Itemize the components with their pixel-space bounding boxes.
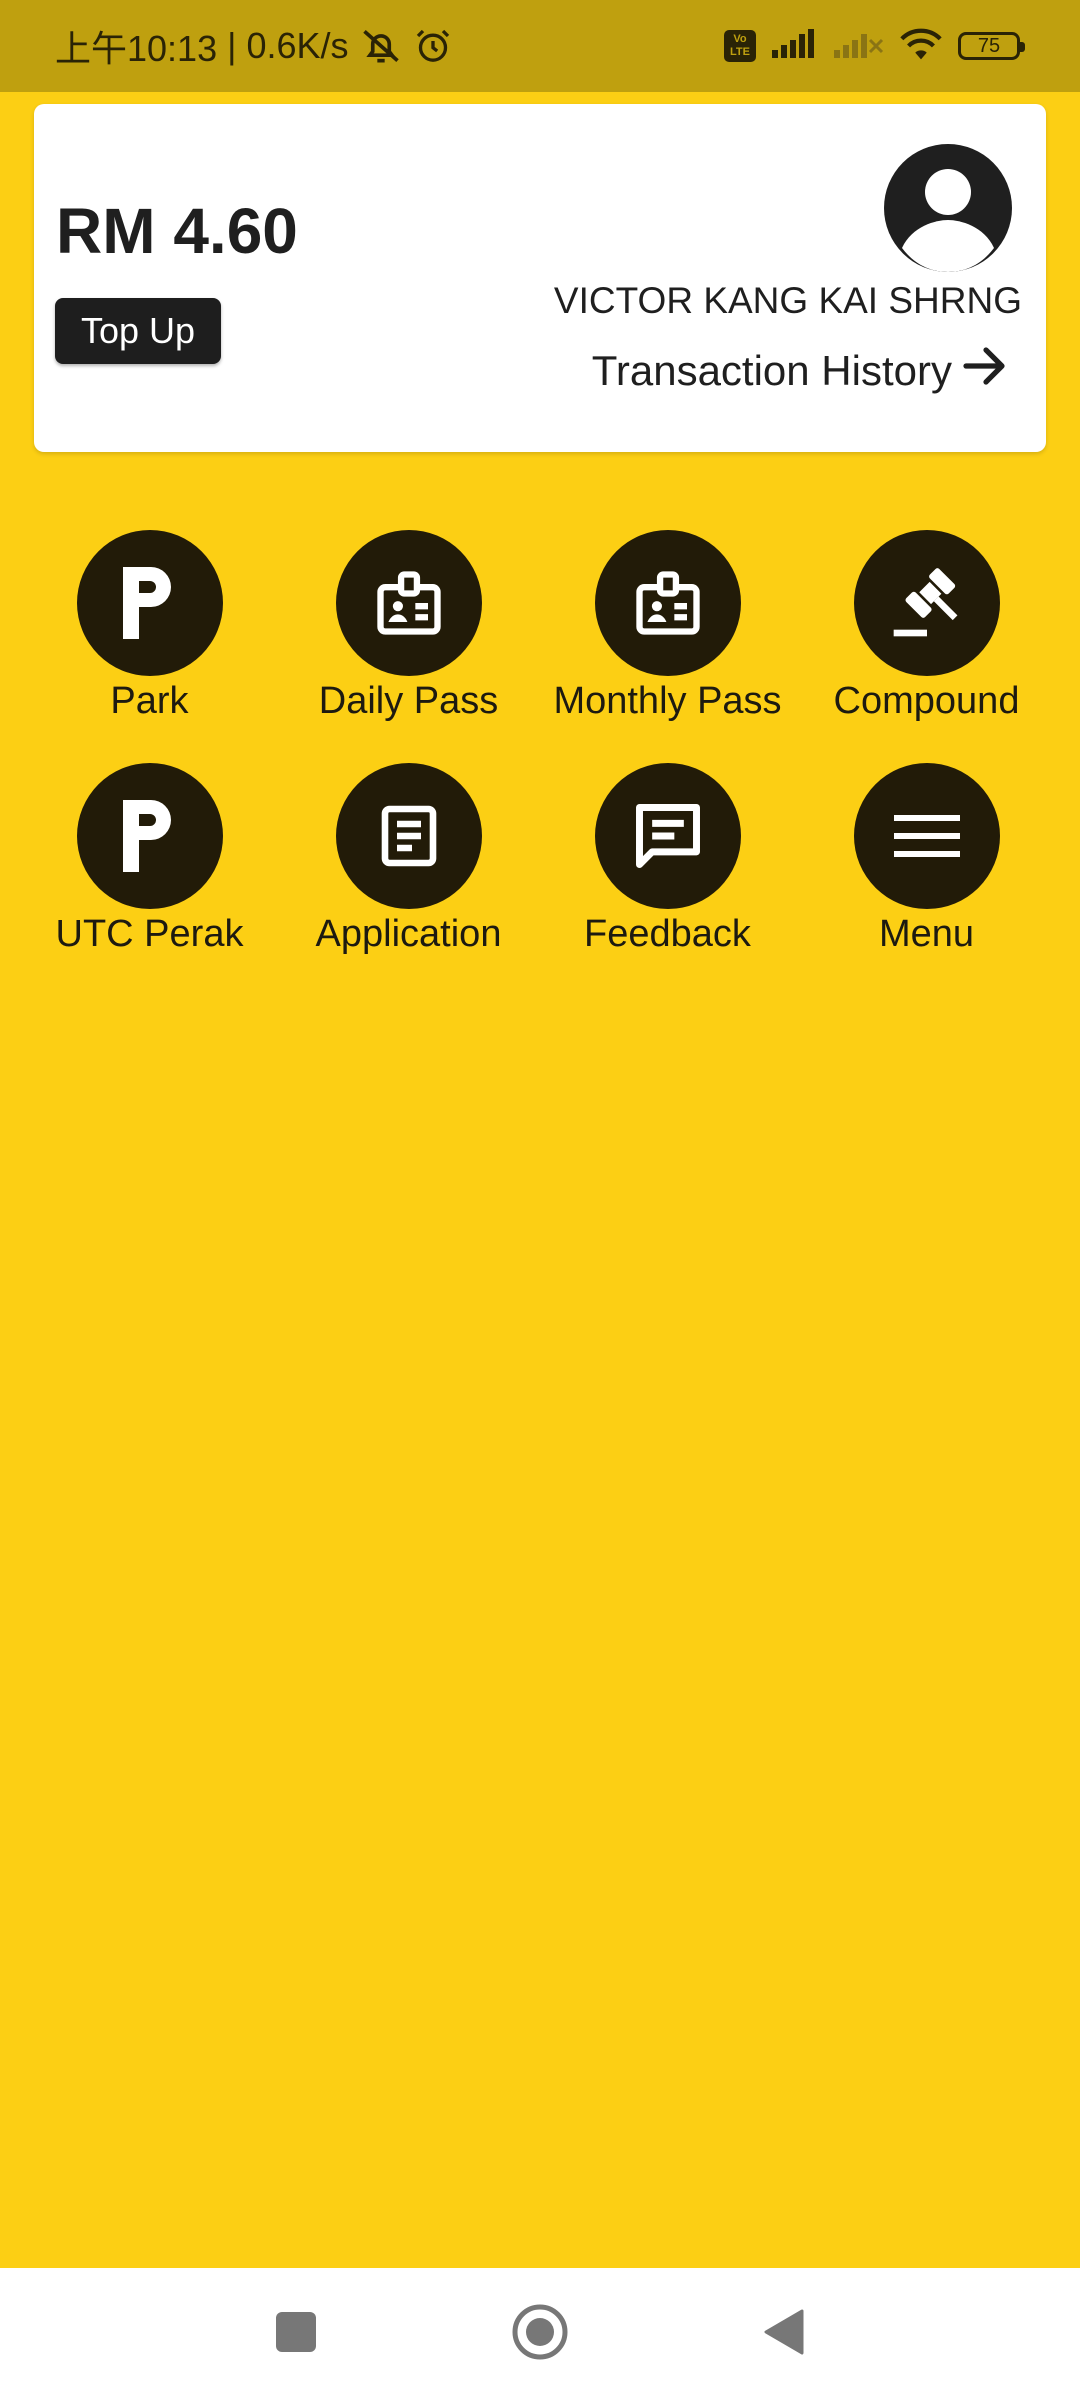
status-right: Vo LTE 75 — [724, 0, 1025, 92]
account-name: VICTOR KANG KAI SHRNG — [553, 280, 1022, 321]
menu-item-daily-pass[interactable]: Daily Pass — [279, 530, 538, 723]
menu-item-label: Daily Pass — [318, 680, 499, 722]
signal-icon — [770, 28, 818, 65]
menu-item-label: Application — [315, 913, 502, 955]
signal-no-service-icon — [832, 28, 884, 65]
menu-item-label: Menu — [878, 913, 975, 955]
home-button[interactable] — [470, 2268, 610, 2400]
menu-item-feedback[interactable]: Feedback — [538, 763, 797, 956]
wifi-icon — [898, 26, 944, 67]
recent-apps-button[interactable] — [226, 2268, 366, 2400]
document-icon — [335, 763, 482, 909]
parking-icon — [76, 530, 223, 676]
menu-item-label: Compound — [833, 680, 1020, 722]
bell-off-icon — [359, 24, 403, 68]
square-icon — [274, 2310, 318, 2359]
menu-item-label: Feedback — [584, 913, 751, 955]
status-bar: 上午10:13 | 0.6K/s Vo LTE 75 — [0, 0, 1080, 92]
parking-icon — [76, 763, 223, 909]
status-time: 上午10:13 — [55, 28, 218, 69]
alarm-icon — [413, 26, 453, 66]
id-badge-icon — [594, 530, 741, 676]
volte-icon: Vo LTE — [724, 30, 756, 62]
gavel-icon — [853, 530, 1000, 676]
hamburger-icon — [853, 763, 1000, 909]
menu-item-utc-perak[interactable]: UTC Perak — [20, 763, 279, 956]
arrow-right-icon — [962, 344, 1010, 398]
back-triangle-icon — [762, 2307, 806, 2362]
transaction-history-label: Transaction History — [591, 347, 952, 394]
menu-item-label: UTC Perak — [55, 913, 244, 955]
menu-item-monthly-pass[interactable]: Monthly Pass — [538, 530, 797, 723]
battery-icon: 75 — [958, 32, 1025, 60]
menu-item-compound[interactable]: Compound — [797, 530, 1056, 723]
feature-grid: Park Daily Pass Monthly Pass Compound UT… — [20, 530, 1060, 956]
account-card: RM 4.60 Top Up VICTOR KANG KAI SHRNG Tra… — [34, 104, 1046, 452]
menu-item-label: Park — [110, 680, 189, 722]
status-left: 上午10:13 | 0.6K/s — [55, 0, 453, 92]
top-up-button[interactable]: Top Up — [55, 298, 221, 364]
avatar-icon[interactable] — [884, 144, 1012, 272]
wallet-balance: RM 4.60 — [56, 195, 298, 267]
network-speed: | 0.6K/s — [227, 25, 349, 66]
system-nav-bar — [0, 2268, 1080, 2400]
transaction-history-link[interactable]: Transaction History — [592, 344, 1010, 398]
battery-level: 75 — [977, 34, 1001, 57]
home-circle-icon — [510, 2302, 570, 2367]
menu-item-menu[interactable]: Menu — [797, 763, 1056, 956]
menu-item-application[interactable]: Application — [279, 763, 538, 956]
back-button[interactable] — [714, 2268, 854, 2400]
menu-item-park[interactable]: Park — [20, 530, 279, 723]
menu-item-label: Monthly Pass — [553, 680, 782, 722]
chat-icon — [594, 763, 741, 909]
id-badge-icon — [335, 530, 482, 676]
